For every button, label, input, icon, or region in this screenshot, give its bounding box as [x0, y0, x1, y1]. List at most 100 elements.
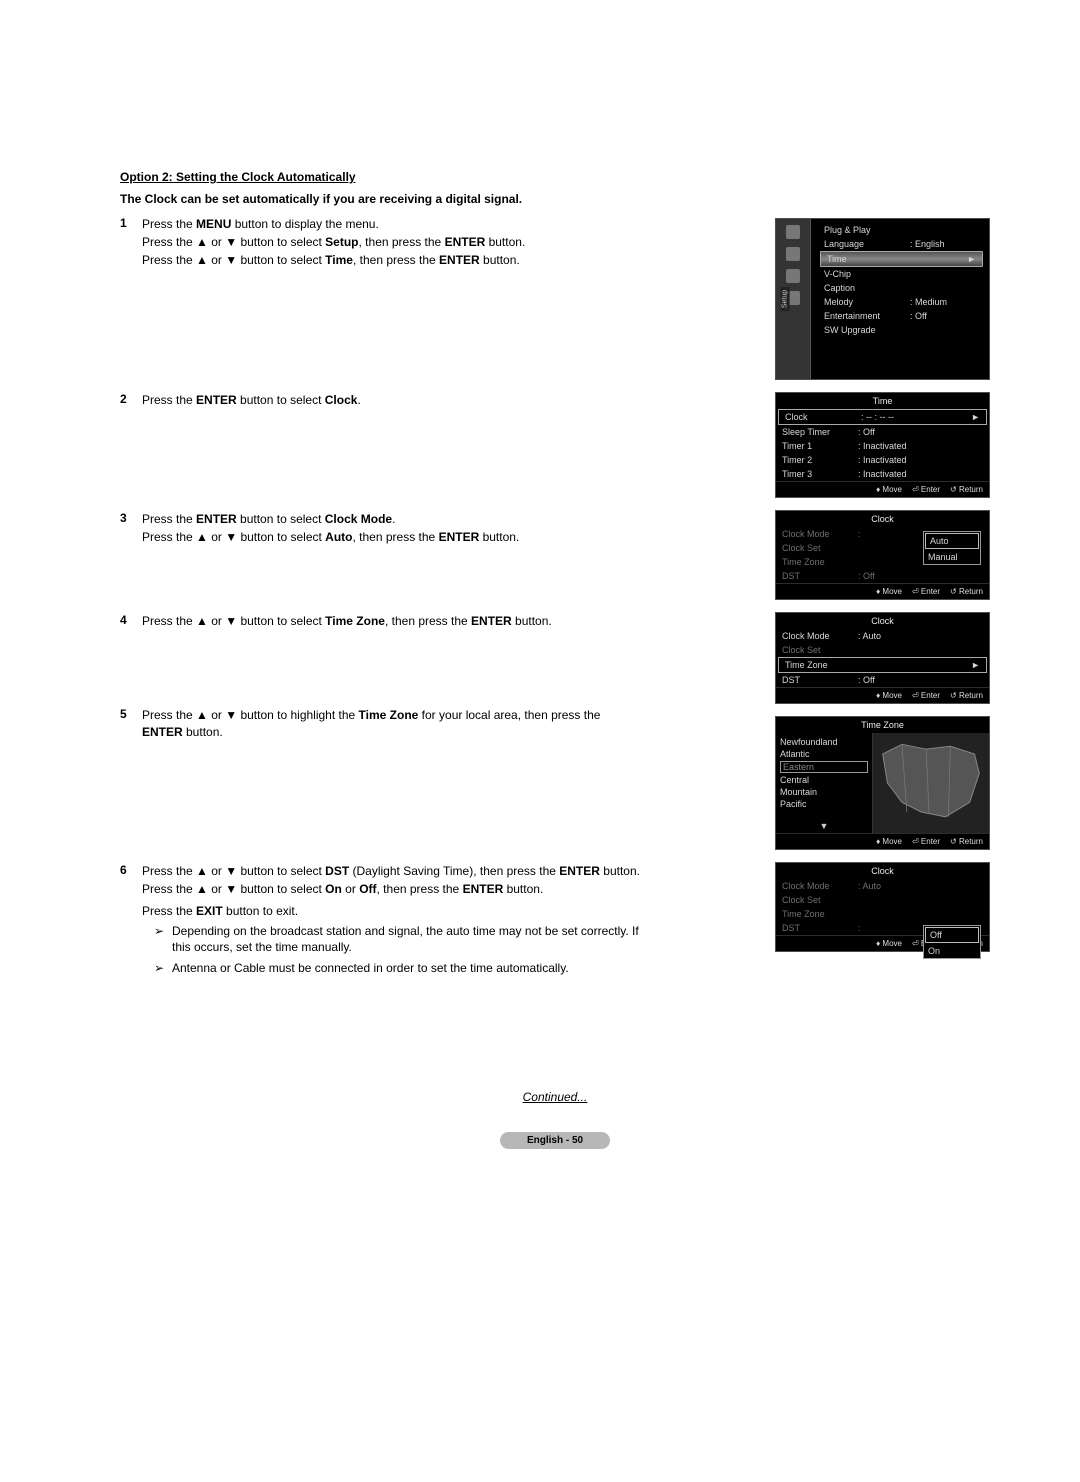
step-4: 4 Press the ▲ or ▼ button to select Time… — [120, 613, 640, 631]
osd-option: Off — [925, 927, 979, 943]
osd-row: Timer 3: Inactivated — [776, 467, 989, 481]
osd-clock-timezone: Clock Clock Mode: AutoClock SetTime Zone… — [775, 612, 990, 704]
osd-row-label: Plug & Play — [824, 225, 910, 235]
arrow-right-icon: ► — [970, 660, 980, 670]
sidebar-icon — [786, 225, 800, 239]
osd-row-value: : Inactivated — [858, 455, 983, 465]
step-3: 3 Press the ENTER button to select Clock… — [120, 511, 640, 547]
osd-row: Time► — [820, 251, 983, 267]
osd-row-label: SW Upgrade — [824, 325, 910, 335]
osd-row: Entertainment: Off — [818, 309, 985, 323]
osd-row-label: Time Zone — [782, 909, 858, 919]
osd-row-label: Caption — [824, 283, 910, 293]
step-2: 2 Press the ENTER button to select Clock… — [120, 392, 640, 410]
osd-title: Time Zone — [776, 717, 989, 733]
osd-row-value: : Off — [858, 675, 983, 685]
arrow-right-icon: ► — [966, 254, 976, 264]
osd-row: Language: English — [818, 237, 985, 251]
footer-move: ♦ Move — [876, 485, 902, 494]
osd-row-label: Timer 3 — [782, 469, 858, 479]
sidebar-icon — [786, 269, 800, 283]
osd-row: Plug & Play — [818, 223, 985, 237]
step-number: 5 — [120, 707, 142, 741]
timezone-option: Mountain — [780, 787, 868, 797]
osd-row-label: Clock Mode — [782, 631, 858, 641]
osd-row: Clock Mode: Auto — [776, 879, 989, 893]
footer-move: ♦ Move — [876, 691, 902, 700]
osd-row: Caption — [818, 281, 985, 295]
osd-option-panel: AutoManual — [923, 531, 981, 565]
footer-return: ↺ Return — [950, 837, 983, 846]
osd-footer: ♦ Move ⏎ Enter ↺ Return — [776, 481, 989, 497]
page-number-badge: English - 50 — [500, 1132, 610, 1149]
osd-row-value: : Off — [858, 427, 983, 437]
osd-row-value: : Auto — [858, 631, 983, 641]
osd-row: Melody: Medium — [818, 295, 985, 309]
osd-row-label: Entertainment — [824, 311, 910, 321]
osd-row-label: DST — [782, 675, 858, 685]
osd-row: SW Upgrade — [818, 323, 985, 337]
osd-row-value: : Off — [858, 571, 983, 581]
step-number: 6 — [120, 863, 142, 980]
osd-row: Clock: -- : -- --► — [778, 409, 987, 425]
step-text: Press the ▲ or ▼ button to select Time, … — [142, 252, 640, 268]
osd-row: V-Chip — [818, 267, 985, 281]
osd-row-value: : Inactivated — [858, 469, 983, 479]
osd-clock-dst: Clock Clock Mode: AutoClock SetTime Zone… — [775, 862, 990, 952]
osd-row-label: Melody — [824, 297, 910, 307]
osd-title: Clock — [776, 863, 989, 879]
step-text: Press the ▲ or ▼ button to select Time Z… — [142, 613, 640, 629]
osd-row-value: : Medium — [910, 297, 979, 307]
step-5: 5 Press the ▲ or ▼ button to highlight t… — [120, 707, 640, 741]
osd-row: Time Zone► — [778, 657, 987, 673]
osd-row-label: Clock Mode — [782, 881, 858, 891]
osd-setup-menu: Setup Plug & Play Language: EnglishTime►V… — [775, 218, 990, 380]
footer-move: ♦ Move — [876, 837, 902, 846]
osd-row-label: Timer 2 — [782, 455, 858, 465]
note-item: Depending on the broadcast station and s… — [154, 923, 640, 955]
map-icon — [873, 733, 989, 833]
step-text: Press the ▲ or ▼ button to select Setup,… — [142, 234, 640, 250]
footer-move: ♦ Move — [876, 939, 902, 948]
osd-row: Timer 2: Inactivated — [776, 453, 989, 467]
step-6: 6 Press the ▲ or ▼ button to select DST … — [120, 863, 640, 980]
footer-return: ↺ Return — [950, 691, 983, 700]
osd-sidebar-caption: Setup — [781, 287, 790, 311]
osd-row-value: : Inactivated — [858, 441, 983, 451]
osd-row-label: DST — [782, 571, 858, 581]
timezone-list: NewfoundlandAtlanticEasternCentralMounta… — [776, 733, 873, 833]
osd-option-panel: OffOn — [923, 925, 981, 959]
osd-option: Auto — [925, 533, 979, 549]
manual-page: Option 2: Setting the Clock Automaticall… — [0, 0, 1080, 1209]
osd-row-label: Clock Mode — [782, 529, 858, 539]
osd-option: On — [924, 944, 980, 958]
step-text: Press the ENTER button to select Clock M… — [142, 511, 640, 527]
osd-row: Time Zone — [776, 907, 989, 921]
timezone-option: Atlantic — [780, 749, 868, 759]
steps-column: 1 Press the MENU button to display the m… — [120, 216, 640, 980]
osd-time-menu: Time Clock: -- : -- --►Sleep Timer: OffT… — [775, 392, 990, 498]
osd-clock-mode: Clock Clock Mode:Clock SetTime ZoneDST: … — [775, 510, 990, 600]
osd-row-value: : English — [910, 239, 979, 249]
osd-row-label: Clock Set — [782, 543, 858, 553]
timezone-map — [873, 733, 989, 833]
step-text: Press the MENU button to display the men… — [142, 216, 640, 232]
osd-row: DST: Off — [776, 673, 989, 687]
osd-row-label: Sleep Timer — [782, 427, 858, 437]
step-text: Press the EXIT button to exit. — [142, 903, 640, 919]
osd-footer: ♦ Move ⏎ Enter ↺ Return — [776, 833, 989, 849]
footer-enter: ⏎ Enter — [912, 587, 940, 596]
osd-row-label: Clock — [785, 412, 861, 422]
footer-return: ↺ Return — [950, 587, 983, 596]
osd-row: DST: Off — [776, 569, 989, 583]
step-text: Press the ▲ or ▼ button to select DST (D… — [142, 863, 640, 879]
timezone-option: Pacific — [780, 799, 868, 809]
osd-row-value: : -- : -- -- — [861, 412, 970, 422]
osd-row-label: Time Zone — [782, 557, 858, 567]
arrow-right-icon: ► — [970, 412, 980, 422]
osd-title: Clock — [776, 613, 989, 629]
osd-row: Clock Mode: Auto — [776, 629, 989, 643]
footer-move: ♦ Move — [876, 587, 902, 596]
osd-row: Clock Set — [776, 643, 989, 657]
step-text: Press the ENTER button to select Clock. — [142, 392, 640, 408]
